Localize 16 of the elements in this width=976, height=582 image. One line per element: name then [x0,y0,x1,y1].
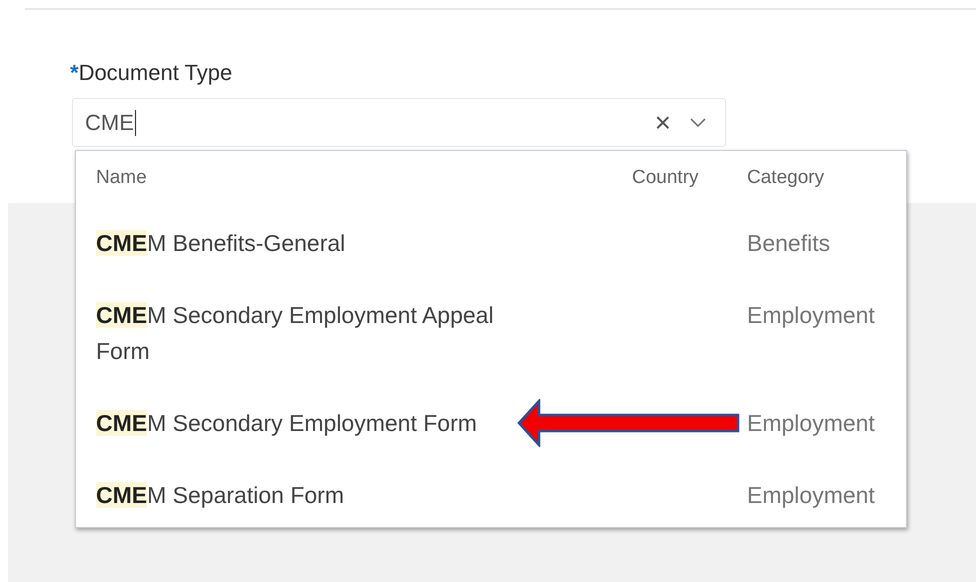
option-name[interactable]: CMEM Secondary Employment Form [96,405,477,441]
required-mark: * [70,60,79,86]
option-name[interactable]: CMEM Separation Form [96,477,344,513]
option-category: Employment [747,410,875,436]
column-header: Name [96,167,147,188]
document-type-field[interactable]: CME × [72,98,726,147]
field-label: Document Type [78,60,232,86]
option-category: Employment [747,482,875,508]
option-category: Benefits [747,230,830,256]
option-name[interactable]: CMEM Benefits-General [96,225,346,261]
clear-button[interactable]: × [648,106,677,138]
column-header: Category [747,167,824,188]
option-name[interactable]: CMEM Secondary Employment Appeal Form [96,297,536,369]
chevron-down-icon [690,118,706,128]
column-header: Country [632,167,699,188]
option-category: Employment [747,302,875,328]
